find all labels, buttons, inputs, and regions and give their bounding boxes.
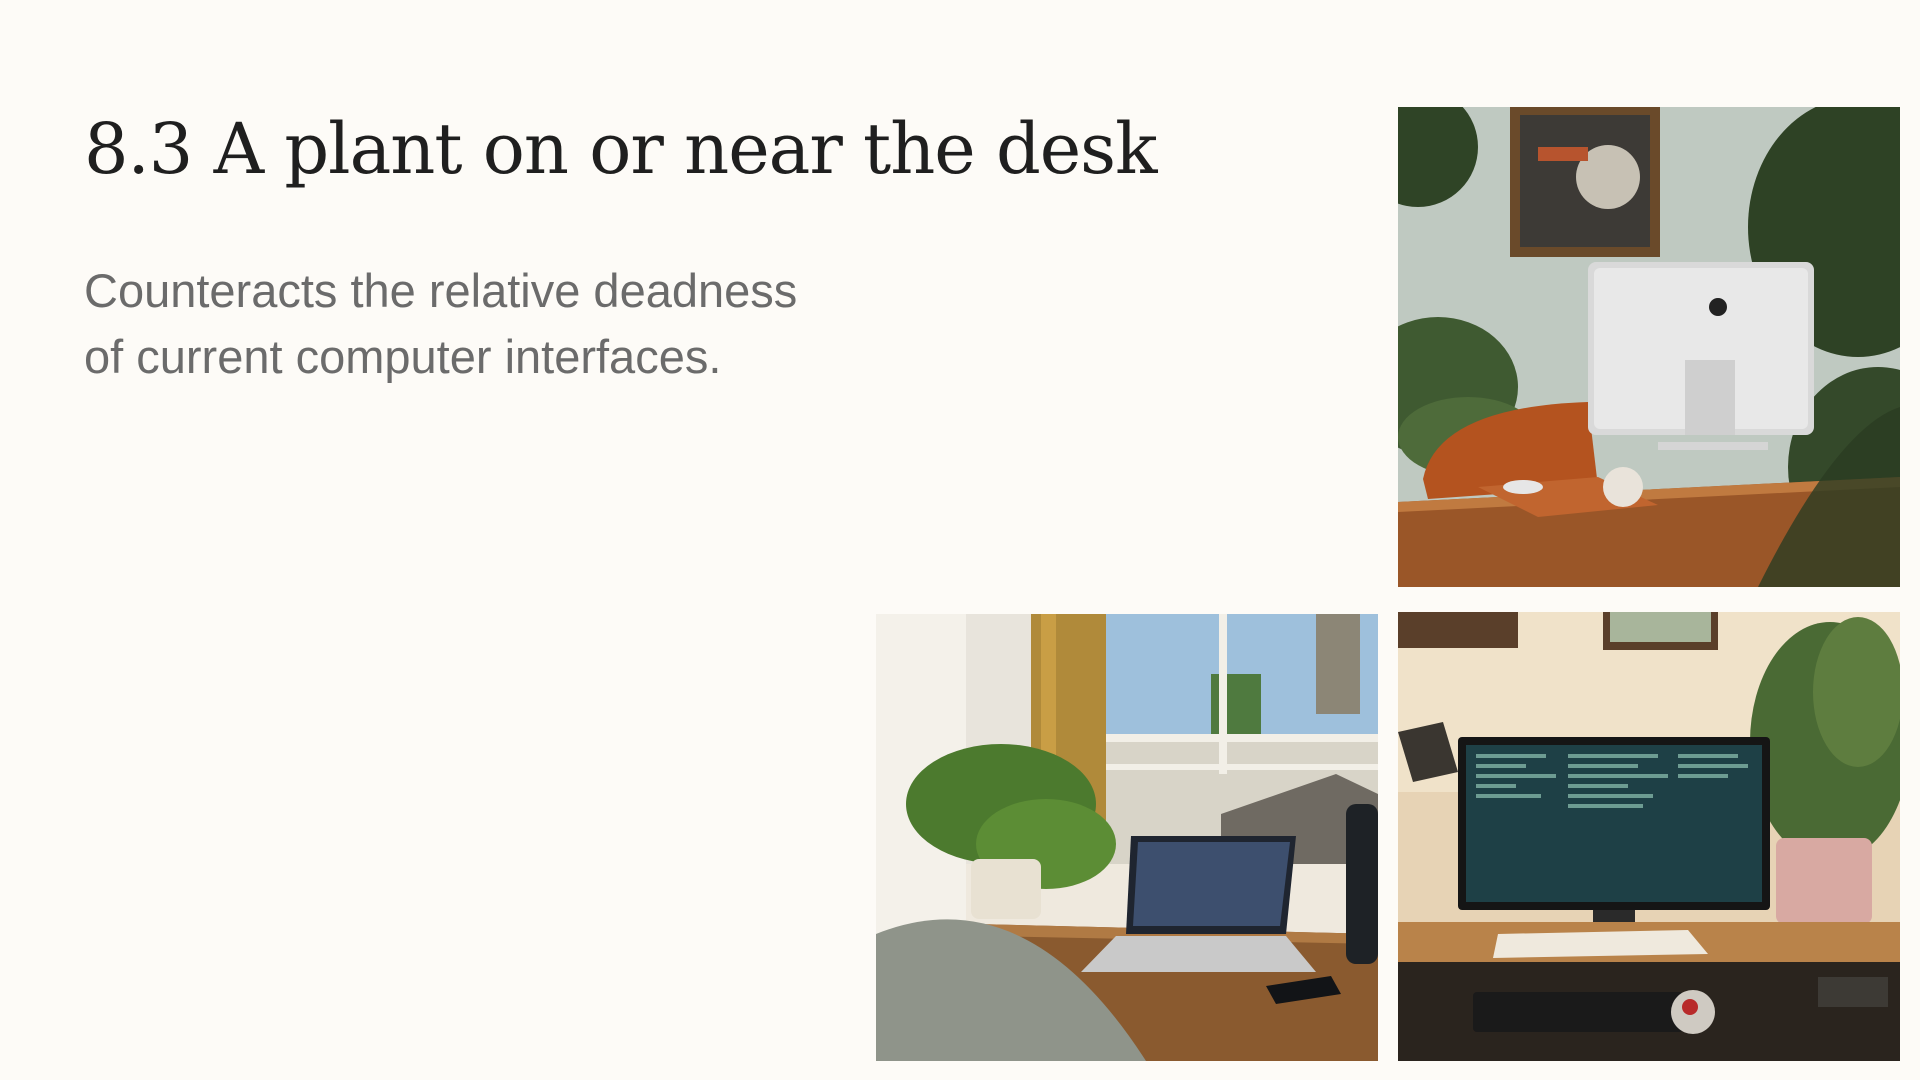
slide-subtitle: Counteracts the relative deadness of cur… [84,258,944,390]
subtitle-line: Counteracts the relative deadness [84,264,798,317]
slide: 8.3 A plant on or near the desk Countera… [0,0,1920,1080]
slide-title: 8.3 A plant on or near the desk [84,108,1158,190]
photo-imac-plants [1398,107,1900,587]
photo-laptop-window-plant [876,614,1378,1061]
subtitle-line: of current computer interfaces. [84,330,722,383]
photo-monitor-code-plant [1398,612,1900,1061]
